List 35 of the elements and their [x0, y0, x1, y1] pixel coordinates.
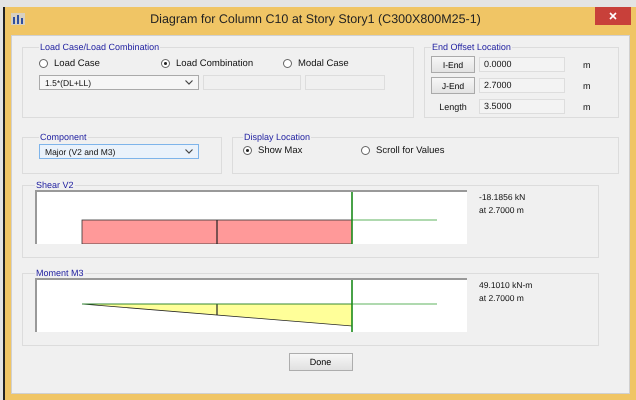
- app-icon: [11, 13, 25, 25]
- group-title: Display Location: [243, 132, 312, 142]
- value-field[interactable]: 0.0000: [479, 57, 565, 72]
- caret-icon: [185, 149, 193, 154]
- location-line: [351, 280, 353, 332]
- group-title: Shear V2: [35, 180, 75, 190]
- end-button[interactable]: J-End: [431, 77, 475, 94]
- field-label: Length: [438, 102, 468, 112]
- window-title: Diagram for Column C10 at Story Story1 (C300X800M25-1): [149, 12, 482, 26]
- group-title: Load Case/Load Combination: [39, 42, 160, 52]
- radio-option[interactable]: Modal Case: [283, 58, 405, 69]
- max-value: 49.1010 kN-m: [479, 280, 532, 290]
- max-value: -18.1856 kN: [479, 192, 526, 202]
- location-line: [351, 192, 353, 244]
- radio-option[interactable]: Load Case: [39, 58, 161, 69]
- unit-label: m: [583, 80, 590, 90]
- group-title: Component: [39, 132, 88, 142]
- end-button[interactable]: I-End: [431, 56, 475, 73]
- unit-label: m: [583, 60, 590, 70]
- max-location: at 2.7000 m: [479, 293, 525, 303]
- max-location: at 2.7000 m: [479, 205, 525, 215]
- unit-label: m: [583, 102, 590, 112]
- done-button[interactable]: Done: [288, 353, 352, 371]
- combo-dropdown[interactable]: Major (V2 and M3): [39, 144, 199, 159]
- radio-option[interactable]: Load Combination: [161, 58, 283, 69]
- close-icon: [609, 12, 617, 20]
- group-title: Moment M3: [35, 268, 85, 278]
- value-field[interactable]: 3.5000: [479, 99, 565, 114]
- group-title: End Offset Location: [431, 42, 512, 52]
- radio-option[interactable]: Show Max: [243, 145, 361, 156]
- caret-icon: [185, 80, 193, 85]
- radio-option[interactable]: Scroll for Values: [361, 145, 479, 156]
- combo-dropdown[interactable]: 1.5*(DL+LL): [39, 75, 199, 90]
- close-button[interactable]: [595, 7, 631, 25]
- value-field[interactable]: 2.7000: [479, 78, 565, 93]
